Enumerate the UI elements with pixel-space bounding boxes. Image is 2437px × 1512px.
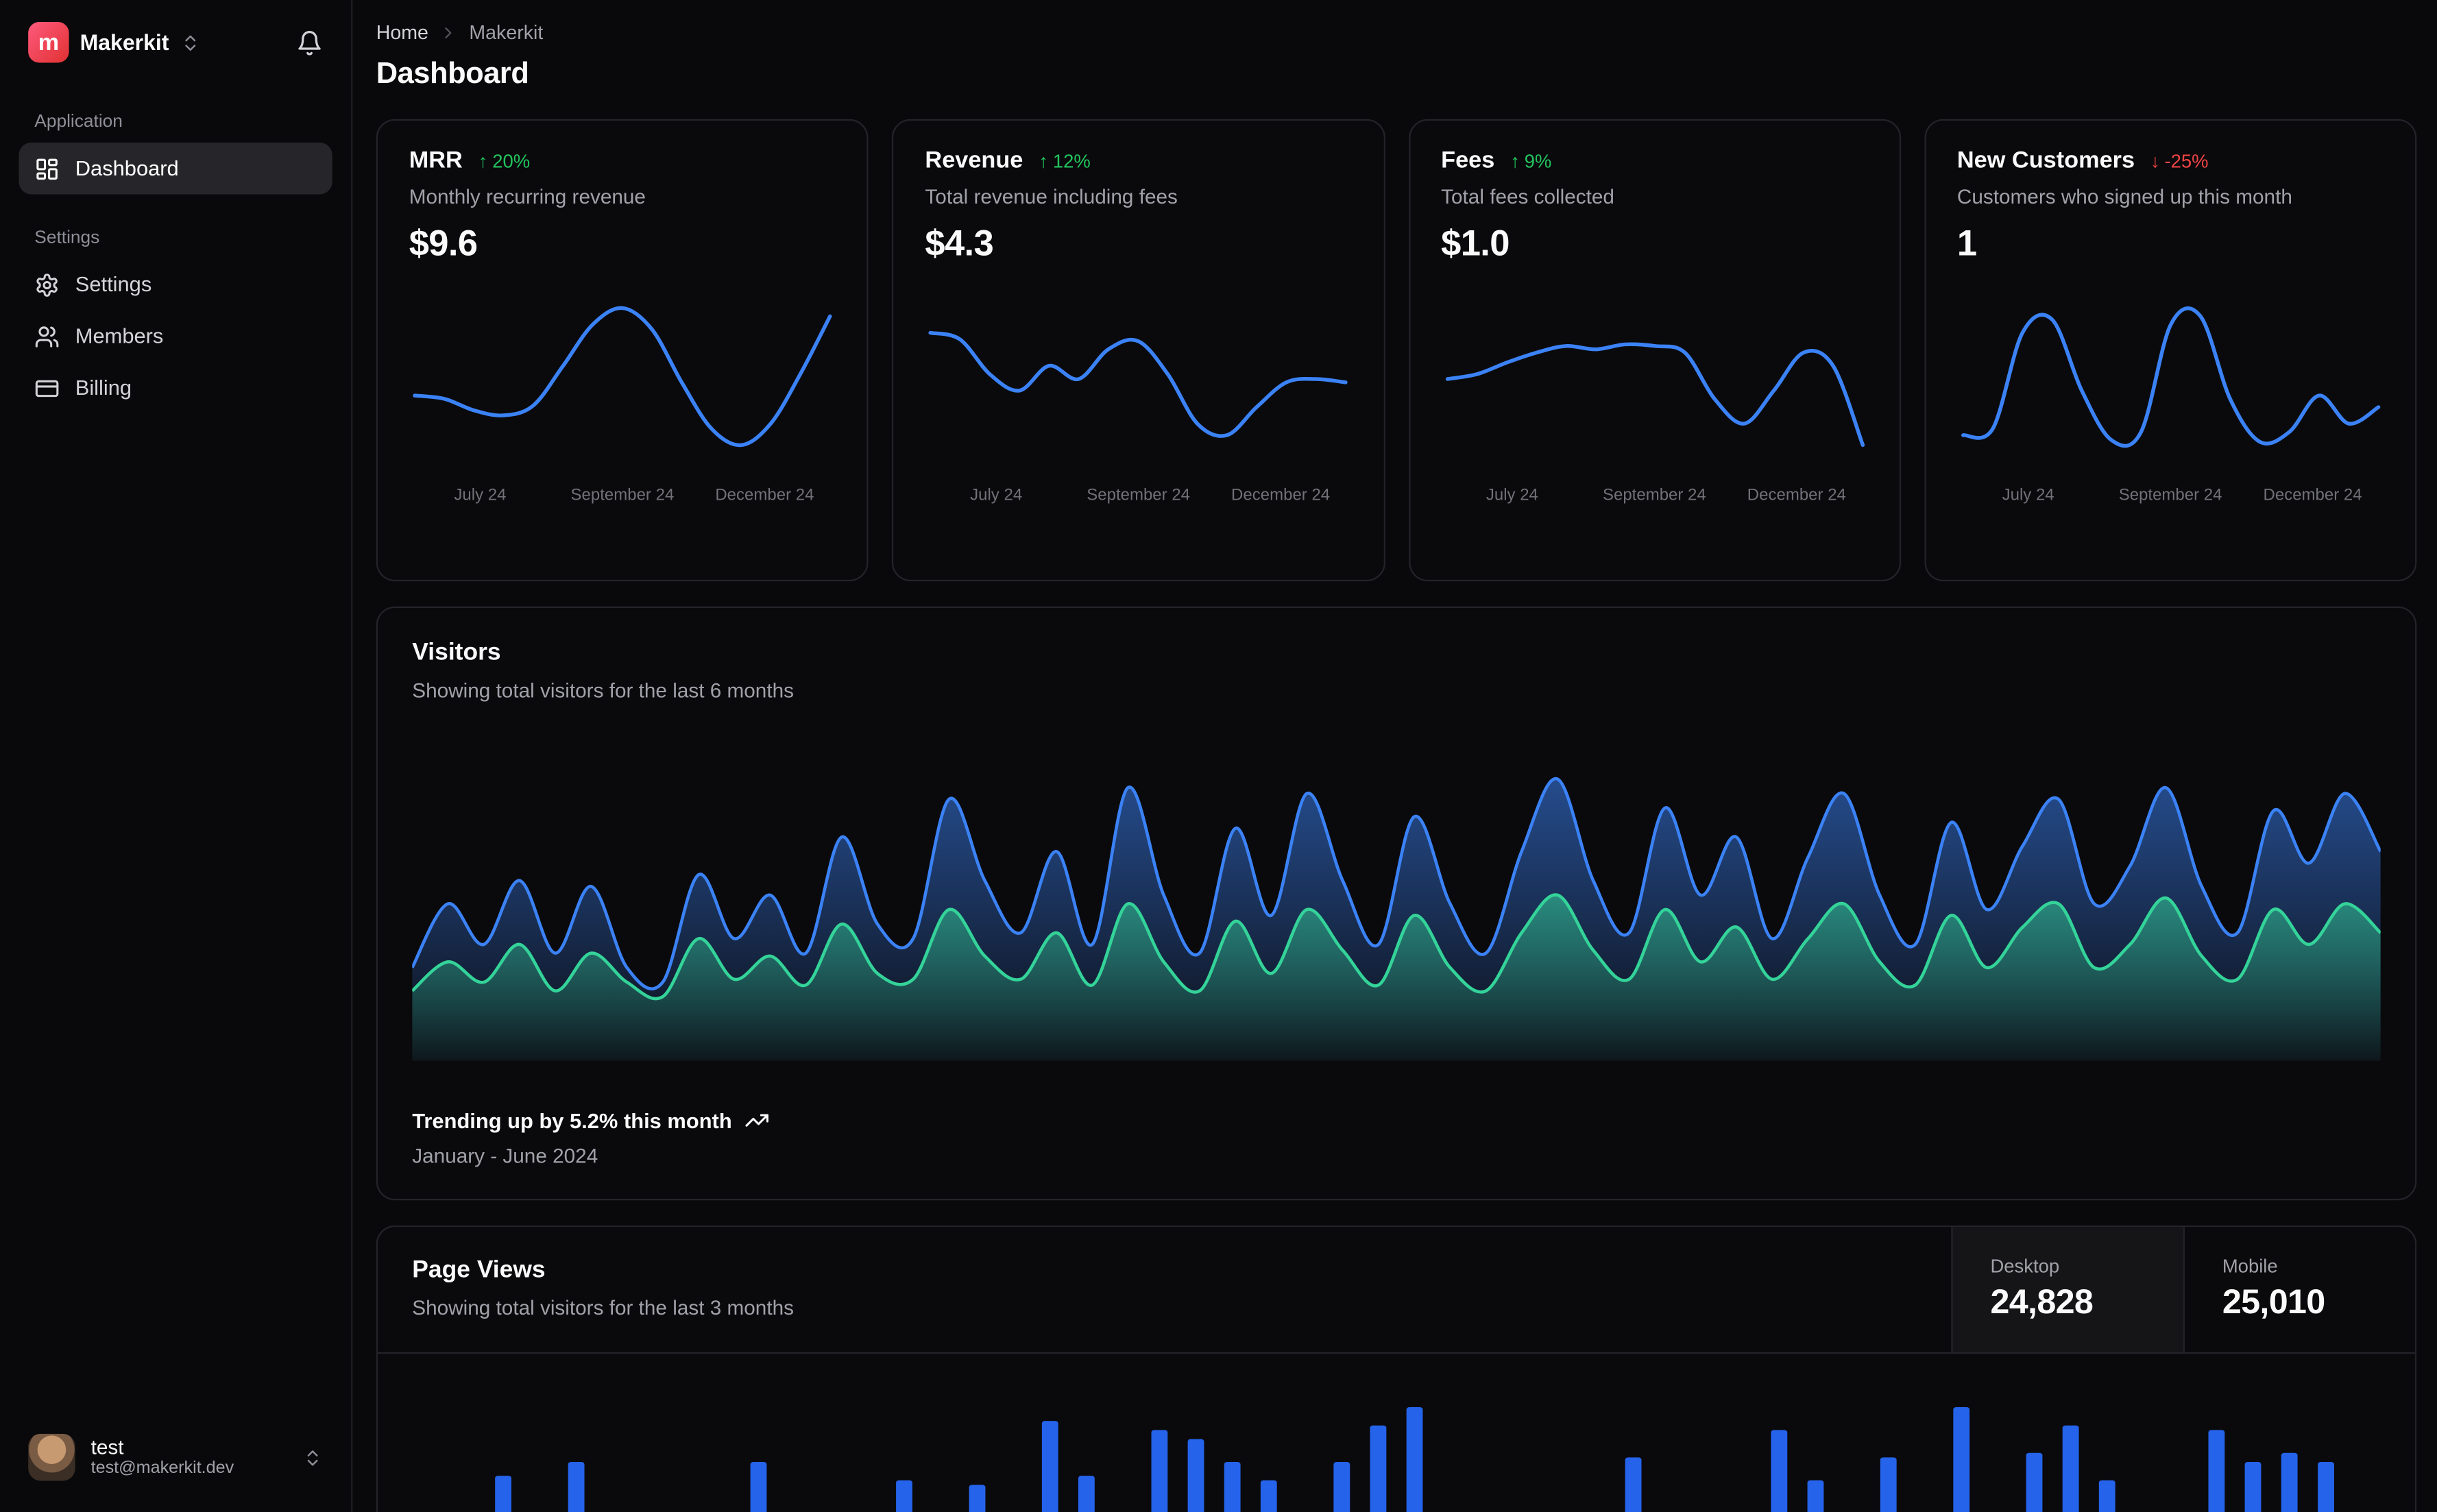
chevron-right-icon [446,27,452,39]
user-menu[interactable]: test test@makerkit.dev [19,1424,332,1490]
arrow-up-icon: ↑ [1039,149,1048,172]
mobile-value: 25,010 [2222,1280,2325,1321]
breadcrumb-current: Makerkit [469,22,544,45]
workspace-name: Makerkit [80,29,169,56]
trend-summary-text: Trending up by 5.2% this month [412,1108,732,1132]
stat-subtitle: Total fees collected [1441,184,1614,209]
page-views-card: Page Views Showing total visitors for th… [376,1225,2417,1512]
visitors-title: Visitors [412,639,501,666]
sidebar-item-dashboard[interactable]: Dashboard [19,143,332,195]
nav-section-settings: Settings [34,228,100,248]
page-views-header: Page Views Showing total visitors for th… [377,1227,2416,1354]
desktop-value: 24,828 [1990,1280,2094,1321]
visitors-date-range: January - June 2024 [412,1143,598,1168]
stat-subtitle: Customers who signed up this month [1956,184,2292,209]
sidebar-item-label: Settings [75,272,152,297]
trend-badge: ↑ 9% [1510,149,1551,171]
stat-subtitle: Total revenue including fees [925,184,1178,209]
mrr-sparkline-chart [409,290,836,475]
user-email: test@makerkit.dev [90,1459,234,1478]
page-title: Dashboard [376,58,529,91]
sidebar-item-billing[interactable]: Billing [19,362,332,413]
gear-icon [36,273,58,296]
stat-title: New Customers [1956,147,2135,174]
fees-sparkline-chart [1441,290,1867,475]
dashboard-icon [36,158,58,180]
sidebar-item-members[interactable]: Members [19,310,332,362]
trend-value: 12% [1052,149,1091,172]
stat-card-fees: Fees ↑ 9% Total fees collected $1.0 July… [1408,119,1901,582]
nav-section-application: Application [34,112,123,132]
x-axis-ticks: July 24 September 24 December 24 [1486,485,1846,505]
trend-value: 20% [492,149,531,172]
workspace-switcher[interactable]: m Makerkit [19,16,332,69]
x-axis-ticks: July 24 September 24 December 24 [970,485,1331,505]
stat-title: Revenue [925,147,1023,174]
stat-card-mrr: MRR ↑ 20% Monthly recurring revenue $9.6… [376,119,869,582]
trend-badge: ↓ -25% [2150,149,2209,171]
visitors-area-chart [412,755,2381,1061]
stat-cards-row: MRR ↑ 20% Monthly recurring revenue $9.6… [376,119,2417,582]
visitors-card: Visitors Showing total visitors for the … [376,606,2417,1201]
stat-value: 1 [1956,222,1977,264]
stat-value: $9.6 [409,222,478,264]
arrow-down-icon: ↓ [2150,149,2160,172]
sidebar-item-label: Billing [75,376,132,400]
trend-value: 9% [1524,149,1552,172]
breadcrumb-home[interactable]: Home [376,22,428,44]
visitors-footer: Trending up by 5.2% this month [412,1108,2380,1133]
stat-value: $4.3 [925,222,994,264]
app-root: m Makerkit Application Dashboard Setting… [0,0,2437,1512]
stat-card-new-customers: New Customers ↓ -25% Customers who signe… [1924,119,2417,582]
page-views-subtitle: Showing total visitors for the last 3 mo… [412,1295,794,1319]
visitors-subtitle: Showing total visitors for the last 6 mo… [412,678,794,703]
page-views-bar-chart [495,1407,2334,1512]
chevrons-up-down-icon [184,34,195,50]
main-content: Home Makerkit Dashboard MRR ↑ 20% Monthl… [352,0,2437,1512]
page-views-title: Page Views [412,1256,546,1284]
makerkit-logo: m [28,22,69,63]
stat-title: Fees [1441,147,1495,174]
sidebar-item-settings[interactable]: Settings [19,258,332,310]
x-axis-ticks: July 24 September 24 December 24 [2002,485,2362,505]
user-meta: test test@makerkit.dev [91,1435,234,1480]
arrow-up-icon: ↑ [478,149,488,172]
trend-badge: ↑ 12% [1039,149,1091,171]
toggle-mobile[interactable]: Mobile 25,010 [2183,1227,2415,1352]
sidebar-item-label: Dashboard [75,156,179,180]
stat-value: $1.0 [1441,222,1510,264]
stat-title: MRR [409,147,463,174]
logo-letter: m [38,29,60,56]
notifications-bell-icon[interactable] [296,29,323,56]
stat-card-revenue: Revenue ↑ 12% Total revenue including fe… [892,119,1385,582]
user-name: test [90,1435,124,1459]
desktop-label: Desktop [1990,1254,2060,1277]
trending-up-icon [745,1114,769,1127]
chevrons-up-down-icon [307,1450,318,1465]
sidebar: m Makerkit Application Dashboard Setting… [0,0,353,1512]
revenue-sparkline-chart [925,290,1351,475]
credit-card-icon [35,379,59,397]
users-icon [35,326,59,347]
sidebar-item-label: Members [75,324,164,348]
stat-subtitle: Monthly recurring revenue [409,184,646,209]
toggle-desktop[interactable]: Desktop 24,828 [1951,1227,2183,1352]
arrow-up-icon: ↑ [1510,149,1520,172]
new-customers-sparkline-chart [1957,290,2384,475]
mobile-label: Mobile [2222,1254,2278,1277]
trend-badge: ↑ 20% [478,149,531,171]
breadcrumb: Home Makerkit [376,22,2417,44]
user-avatar [28,1433,75,1481]
x-axis-ticks: July 24 September 24 December 24 [454,485,814,505]
trend-value: -25% [2164,149,2209,172]
